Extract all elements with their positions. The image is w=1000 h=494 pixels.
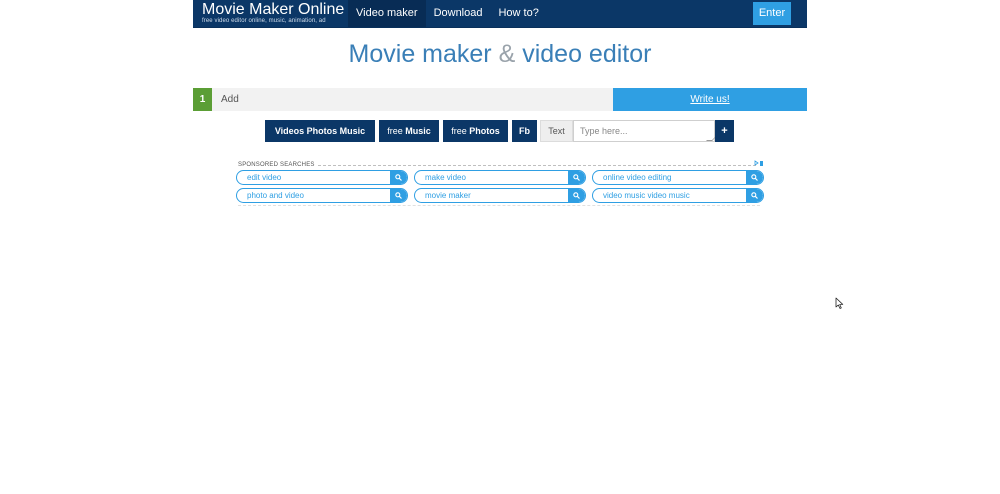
- sponsored-searches: SPONSORED SEARCHES edit video make video…: [236, 160, 764, 206]
- search-icon[interactable]: [746, 171, 763, 184]
- free-music-prefix: free: [387, 126, 403, 136]
- title-ampersand: &: [498, 40, 516, 68]
- write-us-button[interactable]: Write us!: [613, 88, 807, 111]
- sponsored-item-edit-video[interactable]: edit video: [236, 170, 408, 185]
- nav-item-how-to[interactable]: How to?: [490, 0, 546, 27]
- brand-name: Movie Maker Online: [202, 1, 345, 18]
- title-part-1: Movie maker: [348, 40, 492, 68]
- add-media-bar[interactable]: Add: [212, 88, 613, 111]
- text-field-label: Text: [540, 120, 573, 142]
- sponsored-heading: SPONSORED SEARCHES: [238, 162, 317, 168]
- brand-tagline: free video editor online, music, animati…: [202, 18, 326, 24]
- free-photos-prefix: free: [451, 126, 467, 136]
- divider: [238, 205, 760, 206]
- search-icon[interactable]: [746, 189, 763, 202]
- sponsored-item-label: video music video music: [603, 191, 690, 200]
- sponsored-item-label: edit video: [247, 173, 282, 182]
- sponsored-item-label: make video: [425, 173, 466, 182]
- top-navbar: Movie Maker Online free video editor onl…: [193, 0, 807, 28]
- media-toolbar: Videos Photos Music free Music free Phot…: [193, 120, 807, 142]
- sponsored-item-label: movie maker: [425, 191, 471, 200]
- videos-photos-music-button[interactable]: Videos Photos Music: [265, 120, 375, 142]
- search-icon[interactable]: [568, 189, 585, 202]
- sponsored-item-label: online video editing: [603, 173, 672, 182]
- free-photos-label: Photos: [469, 126, 500, 136]
- free-music-label: Music: [405, 126, 431, 136]
- text-input[interactable]: [573, 120, 715, 142]
- nav-item-download[interactable]: Download: [426, 0, 491, 27]
- add-label: Add: [221, 94, 239, 105]
- page-title: Movie maker & video editor: [193, 40, 807, 69]
- sponsored-item-photo-and-video[interactable]: photo and video: [236, 188, 408, 203]
- nav-menu: Video maker Download How to?: [348, 0, 547, 27]
- sponsored-item-movie-maker[interactable]: movie maker: [414, 188, 586, 203]
- free-music-button[interactable]: free Music: [379, 120, 439, 142]
- free-photos-button[interactable]: free Photos: [443, 120, 508, 142]
- sponsored-item-label: photo and video: [247, 191, 304, 200]
- nav-item-video-maker[interactable]: Video maker: [348, 0, 426, 27]
- add-row: 1 Add Write us!: [193, 88, 807, 111]
- search-icon[interactable]: [390, 171, 407, 184]
- add-text-button[interactable]: +: [715, 120, 734, 142]
- mouse-pointer-icon: [835, 297, 844, 309]
- search-icon[interactable]: [568, 171, 585, 184]
- sponsored-item-video-music[interactable]: video music video music: [592, 188, 764, 203]
- title-part-2: video editor: [522, 40, 652, 68]
- sponsored-item-make-video[interactable]: make video: [414, 170, 586, 185]
- fb-button[interactable]: Fb: [512, 120, 537, 142]
- search-icon[interactable]: [390, 189, 407, 202]
- enter-button[interactable]: Enter: [753, 2, 791, 25]
- sponsored-item-online-video-editing[interactable]: online video editing: [592, 170, 764, 185]
- brand-logo[interactable]: Movie Maker Online free video editor onl…: [202, 1, 344, 25]
- step-number-badge: 1: [193, 88, 212, 111]
